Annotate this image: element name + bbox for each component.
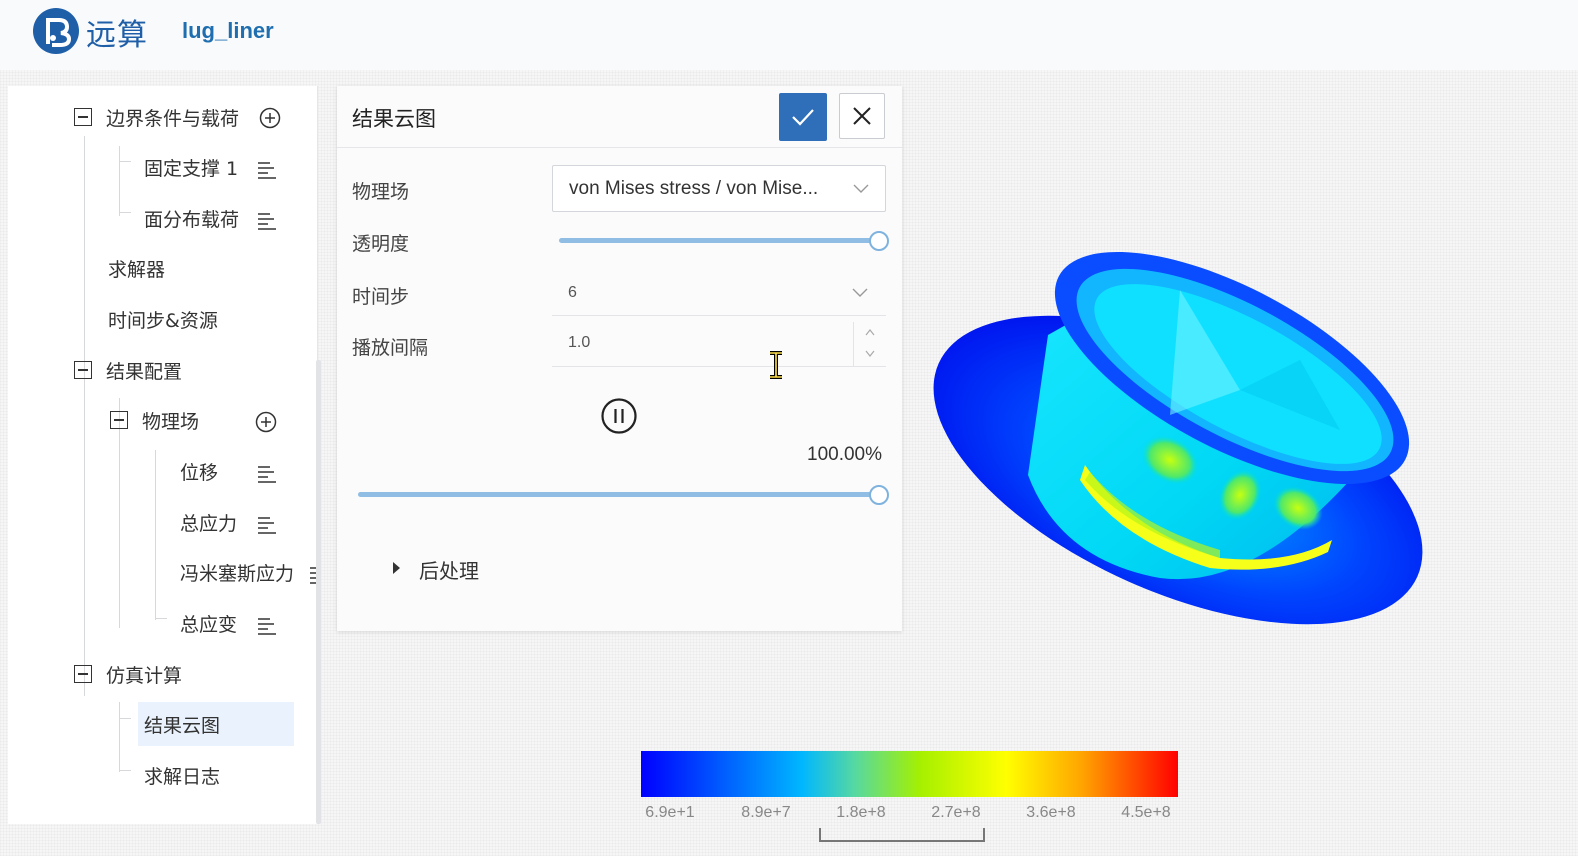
tree-item-simulation[interactable]: 仿真计算 bbox=[74, 656, 182, 692]
tree-line bbox=[155, 618, 167, 619]
menu-lines-icon[interactable] bbox=[256, 514, 278, 536]
timestep-underline bbox=[552, 315, 886, 316]
opacity-label: 透明度 bbox=[352, 233, 410, 255]
dialog-title: 结果云图 bbox=[352, 107, 436, 131]
interval-underline bbox=[552, 366, 886, 367]
legend-tick-label: 2.7e+8 bbox=[931, 804, 981, 821]
tree-item-label: 冯米塞斯应力 bbox=[180, 562, 295, 585]
collapse-icon[interactable] bbox=[74, 108, 92, 126]
confirm-button[interactable] bbox=[779, 93, 827, 141]
tree-item-physics-field[interactable]: 物理场 bbox=[110, 402, 199, 438]
tree-item-result-config[interactable]: 结果配置 bbox=[74, 352, 182, 388]
opacity-slider-track[interactable] bbox=[559, 238, 879, 243]
physics-field-select[interactable]: von Mises stress / von Mise... bbox=[552, 165, 886, 212]
chevron-down-icon bbox=[853, 184, 869, 193]
tree-item-label: 时间步&资源 bbox=[108, 309, 218, 332]
timestep-label: 时间步 bbox=[352, 286, 410, 308]
collapse-icon[interactable] bbox=[74, 665, 92, 683]
legend-tick-label: 3.6e+8 bbox=[1026, 804, 1076, 821]
legend-tick-label: 1.8e+8 bbox=[836, 804, 886, 821]
caret-right-icon[interactable] bbox=[393, 562, 400, 574]
add-circle-icon[interactable] bbox=[259, 107, 281, 129]
project-name[interactable]: lug_liner bbox=[182, 18, 274, 44]
tree-item-surface-load[interactable]: 面分布载荷 bbox=[144, 200, 239, 236]
stepper-divider bbox=[853, 322, 854, 366]
tree-item-result-contour[interactable]: 结果云图 bbox=[138, 702, 294, 746]
interval-input[interactable]: 1.0 bbox=[568, 334, 590, 352]
check-icon bbox=[792, 109, 814, 126]
collapse-icon[interactable] bbox=[74, 361, 92, 379]
stepper-down-icon[interactable] bbox=[865, 350, 875, 358]
logo-icon bbox=[33, 8, 79, 54]
app-header: 远算 lug_liner bbox=[0, 0, 1578, 70]
tree-item-boundary-conditions[interactable]: 边界条件与载荷 bbox=[74, 99, 239, 135]
tree-item-label: 结果云图 bbox=[144, 714, 221, 737]
physics-field-label: 物理场 bbox=[352, 181, 410, 203]
tree-line bbox=[119, 161, 131, 162]
tree-line bbox=[155, 450, 156, 620]
logo-text: 远算 bbox=[86, 18, 148, 53]
tree-item-label: 求解日志 bbox=[144, 765, 221, 788]
tree-item-fixed-support[interactable]: 固定支撑 1 bbox=[144, 149, 238, 185]
chevron-down-icon[interactable] bbox=[852, 288, 868, 298]
menu-lines-icon[interactable] bbox=[308, 564, 316, 586]
tree-item-total-stress[interactable]: 总应力 bbox=[180, 504, 237, 540]
legend-tick-label: 6.9e+1 bbox=[645, 804, 695, 821]
tree-item-label: 求解器 bbox=[108, 258, 166, 281]
model-tree-panel: 边界条件与载荷 固定支撑 1 面分布载荷 求解器 时间步&资源 结果配置 物理场… bbox=[8, 86, 318, 824]
tree-item-label: 结果配置 bbox=[106, 360, 183, 383]
tree-item-label: 边界条件与载荷 bbox=[106, 107, 240, 130]
legend-range-bracket bbox=[819, 828, 985, 842]
result-contour-dialog: 结果云图 物理场 von Mises stress / von Mise... … bbox=[337, 86, 902, 631]
interval-label: 播放间隔 bbox=[352, 337, 429, 359]
tree-line bbox=[119, 146, 120, 216]
tree-line bbox=[119, 770, 131, 771]
playback-slider-track[interactable] bbox=[358, 492, 879, 497]
legend-colorbar bbox=[641, 751, 1178, 797]
tree-item-label: 仿真计算 bbox=[106, 664, 183, 687]
tree-line bbox=[84, 136, 85, 696]
tree-item-label: 总应变 bbox=[180, 613, 238, 636]
tree-line bbox=[119, 718, 131, 719]
tree-item-solver[interactable]: 求解器 bbox=[108, 250, 165, 286]
post-processing-toggle[interactable]: 后处理 bbox=[419, 555, 479, 584]
tree-item-solve-log[interactable]: 求解日志 bbox=[144, 757, 220, 793]
opacity-slider-thumb[interactable] bbox=[869, 231, 889, 251]
tree-item-total-strain[interactable]: 总应变 bbox=[180, 605, 237, 641]
tree-line bbox=[119, 212, 131, 213]
tree-line bbox=[119, 702, 120, 772]
tree-item-timestep-resources[interactable]: 时间步&资源 bbox=[108, 301, 218, 337]
close-button[interactable] bbox=[839, 93, 885, 139]
tree-item-label: 面分布载荷 bbox=[144, 208, 240, 231]
tree-item-label: 固定支撑 1 bbox=[144, 157, 239, 180]
add-circle-icon[interactable] bbox=[255, 411, 277, 433]
stepper-up-icon[interactable] bbox=[865, 328, 875, 336]
menu-lines-icon[interactable] bbox=[256, 159, 278, 181]
model-contour-render[interactable] bbox=[920, 240, 1440, 640]
playback-slider-thumb[interactable] bbox=[869, 485, 889, 505]
collapse-icon[interactable] bbox=[110, 411, 128, 429]
tree-item-label: 位移 bbox=[180, 461, 219, 484]
timestep-value[interactable]: 6 bbox=[568, 284, 577, 302]
text-cursor-icon bbox=[770, 351, 782, 379]
legend-tick-label: 4.5e+8 bbox=[1121, 804, 1171, 821]
tree-item-label: 物理场 bbox=[142, 410, 200, 433]
physics-field-value: von Mises stress / von Mise... bbox=[569, 178, 819, 199]
menu-lines-icon[interactable] bbox=[256, 463, 278, 485]
menu-lines-icon[interactable] bbox=[256, 210, 278, 232]
pause-icon[interactable] bbox=[600, 397, 638, 435]
tree-scrollbar[interactable] bbox=[316, 360, 321, 824]
tree-item-von-mises-stress[interactable]: 冯米塞斯应力 bbox=[180, 554, 294, 590]
playback-progress-text: 100.00% bbox=[807, 444, 883, 465]
dialog-header: 结果云图 bbox=[337, 86, 902, 148]
legend-tick-label: 8.9e+7 bbox=[741, 804, 791, 821]
close-icon bbox=[853, 107, 871, 125]
menu-lines-icon[interactable] bbox=[256, 615, 278, 637]
tree-item-displacement[interactable]: 位移 bbox=[180, 453, 218, 489]
tree-item-label: 总应力 bbox=[180, 512, 238, 535]
